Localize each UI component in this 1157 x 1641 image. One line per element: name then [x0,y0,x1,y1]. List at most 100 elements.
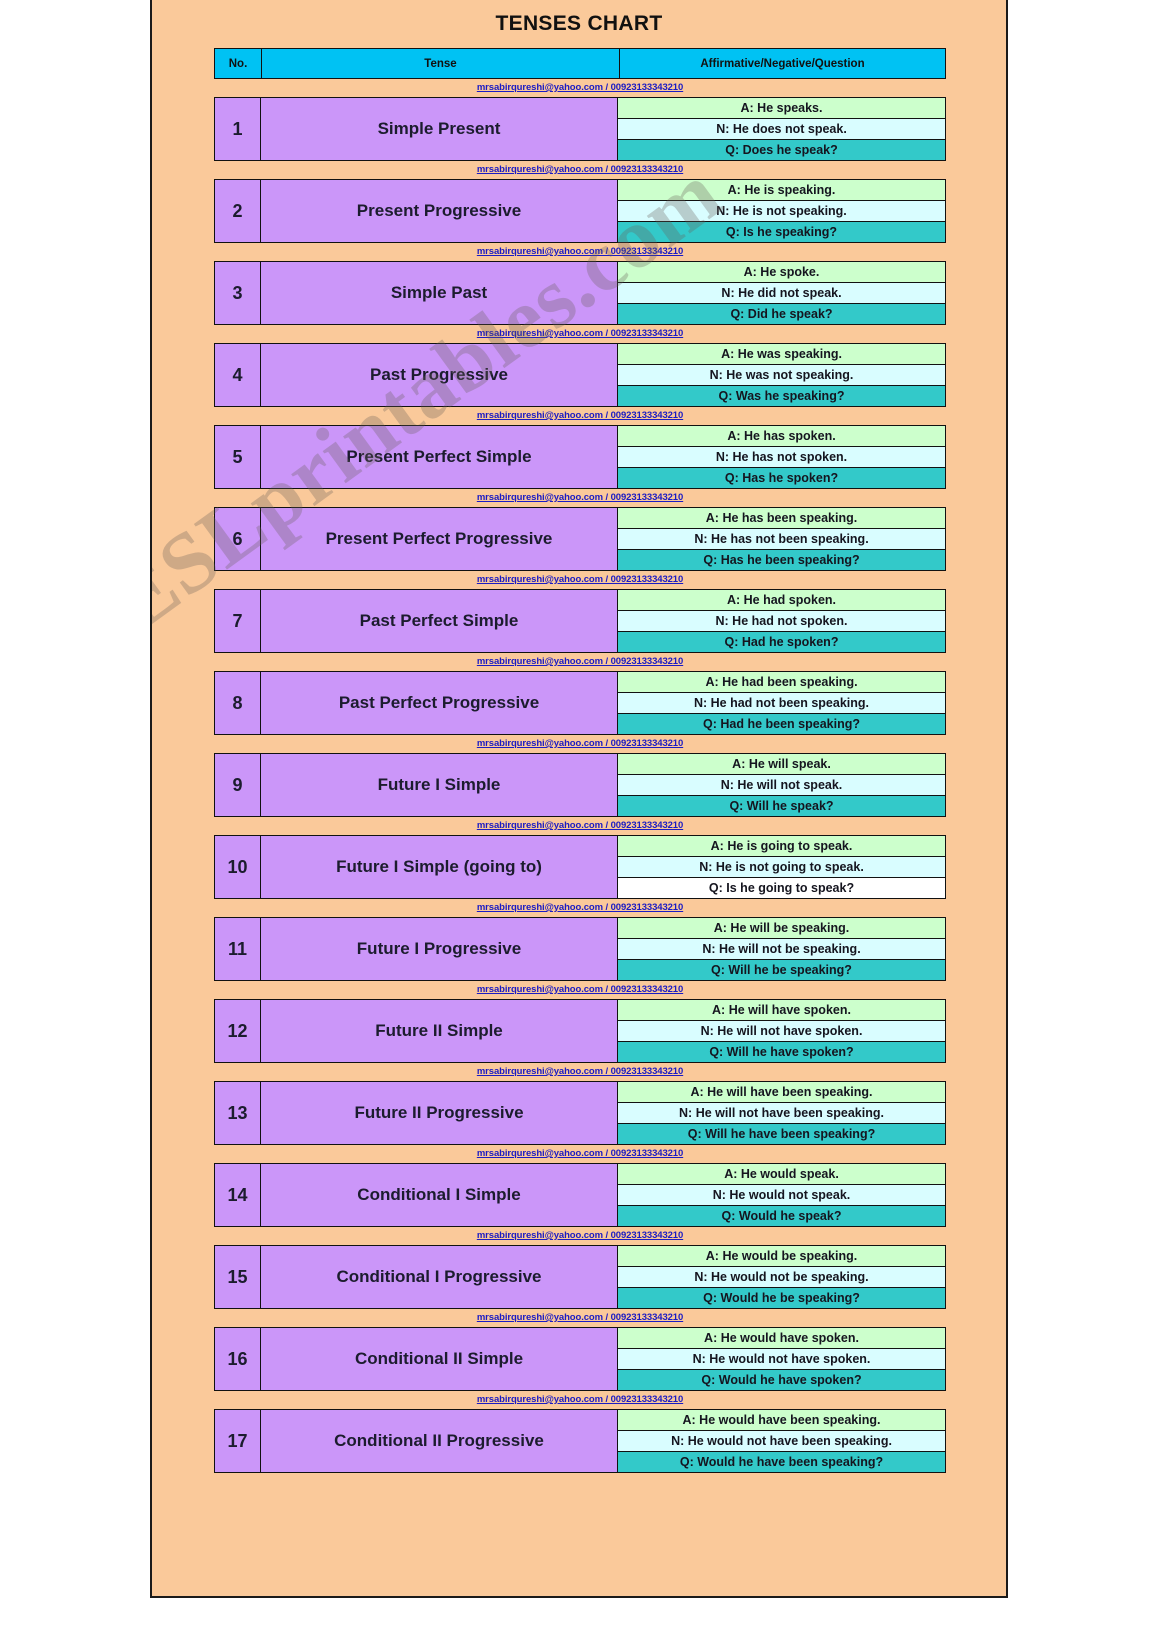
affirmative-form: A: He would have been speaking. [618,1410,945,1431]
contact-separator: mrsabirqureshi@yahoo.com / 0092313334321… [476,328,684,339]
affirmative-form: A: He has spoken. [618,426,945,447]
tense-name: Present Progressive [261,180,618,242]
row-number: 16 [215,1328,261,1390]
row-number: 13 [215,1082,261,1144]
table-row: 14 Conditional I Simple A: He would speak.… [214,1163,946,1227]
question-form: Q: Would he have spoken? [618,1370,945,1390]
table-header-row: No. Tense Affirmative/Negative/Question [214,48,946,79]
affirmative-form: A: He speaks. [618,98,945,119]
affirmative-form: A: He had been speaking. [618,672,945,693]
table-row: 8 Past Perfect Progressive A: He had been … [214,671,946,735]
question-form: Q: Does he speak? [618,140,945,160]
column-header-forms: Affirmative/Negative/Question [700,57,865,70]
row-number: 10 [215,836,261,898]
contact-separator: mrsabirqureshi@yahoo.com / 0092313334321… [476,164,684,175]
tenses-table: No. Tense Affirmative/Negative/Question … [214,48,946,1473]
contact-separator: mrsabirqureshi@yahoo.com / 0092313334321… [476,656,684,667]
forms-group: A: He will have been speaking. N: He will… [618,1082,945,1144]
forms-group: A: He spoke. N: He did not speak. Q: Did h… [618,262,945,324]
forms-group: A: He will be speaking. N: He will not be… [618,918,945,980]
contact-separator: mrsabirqureshi@yahoo.com / 0092313334321… [476,984,684,995]
forms-group: A: He has spoken. N: He has not spoken. Q:… [618,426,945,488]
contact-separator: mrsabirqureshi@yahoo.com / 0092313334321… [476,902,684,913]
negative-form: N: He will not be speaking. [618,939,945,960]
tense-name: Conditional II Simple [261,1328,618,1390]
forms-group: A: He had been speaking. N: He had not be… [618,672,945,734]
affirmative-form: A: He will speak. [618,754,945,775]
contact-separator: mrsabirqureshi@yahoo.com / 0092313334321… [476,246,684,257]
negative-form: N: He will not have spoken. [618,1021,945,1042]
negative-form: N: He has not spoken. [618,447,945,468]
negative-form: N: He did not speak. [618,283,945,304]
negative-form: N: He will not have been speaking. [618,1103,945,1124]
question-form: Q: Had he been speaking? [618,714,945,734]
forms-group: A: He would be speaking. N: He would not … [618,1246,945,1308]
forms-group: A: He will speak. N: He will not speak. Q:… [618,754,945,816]
row-number: 1 [215,98,261,160]
negative-form: N: He would not speak. [618,1185,945,1206]
negative-form: N: He had not been speaking. [618,693,945,714]
negative-form: N: He is not speaking. [618,201,945,222]
question-form: Q: Did he speak? [618,304,945,324]
forms-group: A: He was speaking. N: He was not speakin… [618,344,945,406]
row-number: 6 [215,508,261,570]
negative-form: N: He had not spoken. [618,611,945,632]
row-number: 17 [215,1410,261,1472]
negative-form: N: He does not speak. [618,119,945,140]
forms-group: A: He would have spoken. N: He would not … [618,1328,945,1390]
tense-name: Conditional I Progressive [261,1246,618,1308]
table-row: 9 Future I Simple A: He will speak. N: He w… [214,753,946,817]
tense-name: Future I Progressive [261,918,618,980]
question-form: Q: Is he speaking? [618,222,945,242]
table-row: 12 Future II Simple A: He will have spoken… [214,999,946,1063]
contact-separator: mrsabirqureshi@yahoo.com / 0092313334321… [476,1230,684,1241]
table-row: 16 Conditional II Simple A: He would have … [214,1327,946,1391]
affirmative-form: A: He would be speaking. [618,1246,945,1267]
tense-name: Future II Simple [261,1000,618,1062]
forms-group: A: He had spoken. N: He had not spoken. Q:… [618,590,945,652]
contact-separator: mrsabirqureshi@yahoo.com / 0092313334321… [476,82,684,93]
page-title: TENSES CHART [495,12,663,35]
tense-name: Simple Present [261,98,618,160]
question-form: Q: Would he have been speaking? [618,1452,945,1472]
tense-name: Future I Simple [261,754,618,816]
row-number: 2 [215,180,261,242]
row-number: 4 [215,344,261,406]
forms-group: A: He will have spoken. N: He will not ha… [618,1000,945,1062]
affirmative-form: A: He has been speaking. [618,508,945,529]
table-row: 3 Simple Past A: He spoke. N: He did not sp… [214,261,946,325]
affirmative-form: A: He will have been speaking. [618,1082,945,1103]
question-form: Q: Will he have spoken? [618,1042,945,1062]
question-form: Q: Was he speaking? [618,386,945,406]
affirmative-form: A: He was speaking. [618,344,945,365]
row-number: 11 [215,918,261,980]
forms-group: A: He would have been speaking. N: He wou… [618,1410,945,1472]
row-number: 14 [215,1164,261,1226]
negative-form: N: He will not speak. [618,775,945,796]
tense-name: Future II Progressive [261,1082,618,1144]
column-header-no: No. [215,49,262,78]
table-row: 2 Present Progressive A: He is speaking. N:… [214,179,946,243]
forms-group: A: He is speaking. N: He is not speaking.… [618,180,945,242]
question-form: Q: Would he speak? [618,1206,945,1226]
column-header-tense: Tense [262,49,620,78]
affirmative-form: A: He will be speaking. [618,918,945,939]
worksheet-page: ESLprintables.com TENSES CHART No. Tense… [150,0,1008,1598]
question-form: Q: Is he going to speak? [618,878,945,898]
contact-separator: mrsabirqureshi@yahoo.com / 0092313334321… [476,1148,684,1159]
tense-name: Present Perfect Simple [261,426,618,488]
negative-form: N: He would not be speaking. [618,1267,945,1288]
contact-separator: mrsabirqureshi@yahoo.com / 0092313334321… [476,1312,684,1323]
contact-separator: mrsabirqureshi@yahoo.com / 0092313334321… [476,1066,684,1077]
tense-name: Conditional I Simple [261,1164,618,1226]
contact-separator: mrsabirqureshi@yahoo.com / 0092313334321… [476,492,684,503]
contact-separator: mrsabirqureshi@yahoo.com / 0092313334321… [476,738,684,749]
row-number: 5 [215,426,261,488]
row-number: 12 [215,1000,261,1062]
row-number: 8 [215,672,261,734]
affirmative-form: A: He would have spoken. [618,1328,945,1349]
question-form: Q: Has he spoken? [618,468,945,488]
negative-form: N: He would not have been speaking. [618,1431,945,1452]
row-number: 3 [215,262,261,324]
affirmative-form: A: He had spoken. [618,590,945,611]
